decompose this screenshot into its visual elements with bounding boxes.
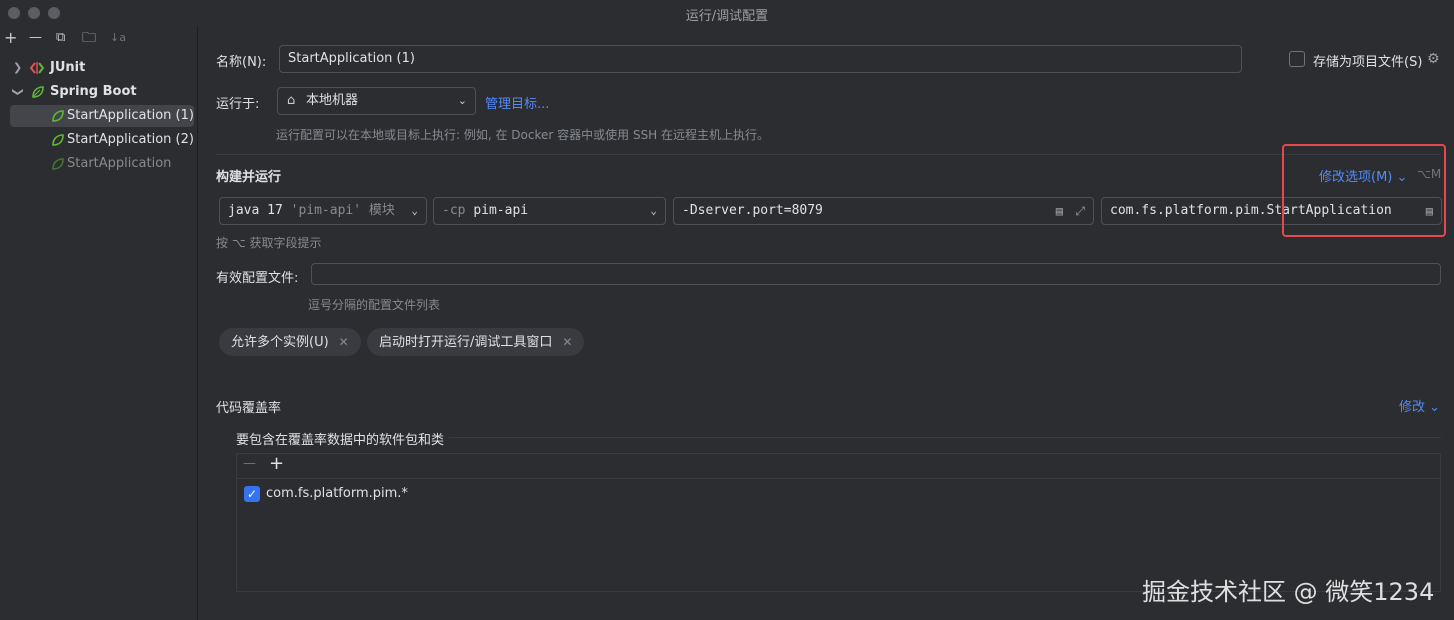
classpath-module-select[interactable]: -cp pim-api ⌄ [433,197,666,225]
spring-boot-run-icon [52,110,64,122]
jdk-select[interactable]: java 17 'pim-api' 模块 ⌄ [219,197,427,225]
config-sidebar: + — ⧉ 🗀 ↓a ❯ JUnit ❯ Spring Boot StartAp… [0,26,198,620]
chevron-down-icon[interactable]: ❯ [7,87,29,96]
spring-boot-icon [32,86,44,98]
field-hint: 按 ⌥ 获取字段提示 [216,236,322,250]
panel-divider [237,478,1440,479]
tree-item-start-application-2[interactable]: StartApplication (2) [0,129,198,151]
config-editor: 名称(N): StartApplication (1) 存储为项目文件(S) ⚙… [199,26,1454,620]
close-icon[interactable]: ✕ [562,335,572,349]
tree-item-label: StartApplication [67,156,172,171]
junit-icon [30,62,44,74]
remove-config-button[interactable]: — [29,29,42,47]
tree-node-junit[interactable]: ❯ JUnit [0,57,198,79]
build-run-heading: 构建并运行 [216,170,282,185]
new-folder-button[interactable]: 🗀 [82,29,96,47]
manage-targets-link[interactable]: 管理目标... [485,93,549,112]
highlight-annotation-box [1282,144,1446,237]
sort-button[interactable]: ↓a [110,29,126,47]
cp-value: pim-api [473,203,529,218]
run-on-label: 运行于: [216,97,260,112]
cp-prefix: -cp [442,203,466,218]
chevron-down-icon: ⌄ [411,204,418,217]
gear-icon[interactable]: ⚙ [1427,51,1440,67]
chevron-down-icon: ⌄ [650,204,657,217]
copy-config-button[interactable]: ⧉ [56,29,65,47]
section-divider [449,437,1441,438]
tree-label-spring-boot: Spring Boot [50,84,137,99]
coverage-heading: 代码覆盖率 [216,401,282,416]
allow-multiple-instances-chip: 允许多个实例(U) ✕ [219,328,361,356]
coverage-subtitle: 要包含在覆盖率数据中的软件包和类 [236,433,445,448]
package-label: com.fs.platform.pim.* [266,486,408,501]
chip-label: 允许多个实例(U) [231,335,329,350]
vm-options-input[interactable]: -Dserver.port=8079 ▤ ⤢ [673,197,1094,225]
coverage-modify-label: 修改 [1399,400,1426,415]
jdk-value: java 17 [228,203,283,218]
run-on-select[interactable]: ⌂ 本地机器 ⌄ [277,87,476,115]
name-label: 名称(N): [216,55,267,70]
tree-node-spring-boot[interactable]: ❯ Spring Boot [0,81,198,103]
run-on-hint: 运行配置可以在本地或目标上执行: 例如, 在 Docker 容器中或使用 SSH… [276,128,770,142]
jdk-module: 'pim-api' 模块 [290,203,395,218]
active-profiles-input[interactable] [311,263,1441,285]
add-config-button[interactable]: + [4,29,17,47]
active-profiles-label: 有效配置文件: [216,271,299,286]
coverage-package-row[interactable]: ✓ com.fs.platform.pim.* [237,484,1440,506]
active-profiles-hint: 逗号分隔的配置文件列表 [308,298,441,312]
name-input[interactable]: StartApplication (1) [279,45,1242,73]
tree-label-junit: JUnit [50,60,86,75]
remove-package-button[interactable]: — [243,456,256,471]
home-icon: ⌂ [287,93,296,108]
store-as-project-file-label: 存储为项目文件(S) [1313,55,1423,70]
close-icon[interactable]: ✕ [339,335,349,349]
tree-item-start-application[interactable]: StartApplication [0,153,198,175]
title-bar: 运行/调试配置 [0,0,1454,26]
document-icon[interactable]: ▤ [1056,198,1063,224]
open-run-debug-window-chip: 启动时打开运行/调试工具窗口 ✕ [367,328,585,356]
window-title: 运行/调试配置 [685,9,769,24]
tree-item-start-application-1[interactable]: StartApplication (1) [10,105,194,127]
section-divider [216,154,1441,155]
run-on-value: 本地机器 [306,93,359,108]
tree-item-label: StartApplication (2) [67,132,194,147]
chevron-down-icon: ⌄ [457,94,467,107]
chip-label: 启动时打开运行/调试工具窗口 [379,335,553,350]
add-package-button[interactable]: + [269,453,284,474]
coverage-modify-link[interactable]: 修改 ⌄ [1399,396,1440,415]
chevron-right-icon[interactable]: ❯ [13,57,22,79]
vm-options-value: -Dserver.port=8079 [682,203,823,218]
spring-boot-run-icon [52,158,64,170]
tree-item-label: StartApplication (1) [67,108,194,123]
sidebar-toolbar: + — ⧉ 🗀 ↓a [0,26,198,52]
package-checkbox[interactable]: ✓ [244,486,260,502]
watermark: 掘金技术社区 @ 微笑1234 [1142,578,1435,606]
expand-icon[interactable]: ⤢ [1075,198,1085,224]
spring-boot-run-icon [52,134,64,146]
store-as-project-file-checkbox[interactable] [1289,51,1305,67]
